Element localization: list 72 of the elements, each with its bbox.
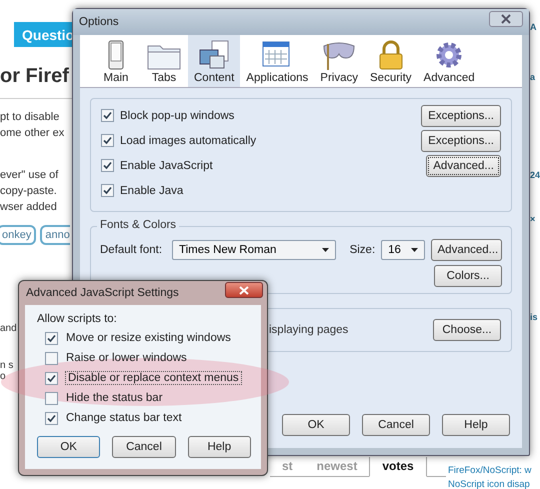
close-icon xyxy=(500,14,512,24)
checkbox[interactable] xyxy=(45,352,58,364)
page-text: × xyxy=(530,214,536,224)
related-link[interactable]: FireFox/NoScript: w xyxy=(448,464,532,478)
pane-tab[interactable]: Tabs xyxy=(140,35,188,87)
checkbox[interactable] xyxy=(101,109,114,122)
group-label: Fonts & Colors xyxy=(97,219,180,231)
checkbox-label[interactable]: Hide the status bar xyxy=(66,392,163,404)
question-text-line: ever" use of xyxy=(0,168,58,183)
dialog-button[interactable]: OK xyxy=(37,436,100,458)
checkbox-label[interactable]: Enable Java xyxy=(120,184,184,196)
tag-chip[interactable]: onkey xyxy=(0,225,36,245)
checkbox[interactable] xyxy=(101,184,114,197)
dialog-button[interactable]: Cancel xyxy=(112,436,176,458)
close-icon xyxy=(239,286,249,294)
page-text: A xyxy=(530,22,538,32)
pane-tab[interactable]: Main xyxy=(92,35,140,87)
related-link[interactable]: NoScript icon disap xyxy=(448,478,532,489)
dialog-button[interactable]: Help xyxy=(442,414,510,436)
dialog-button[interactable]: Advanced... xyxy=(430,239,502,261)
page-text: is xyxy=(530,312,539,322)
caret-icon xyxy=(322,248,329,252)
checkbox[interactable] xyxy=(45,392,58,404)
page-title: or Firef xyxy=(0,65,69,88)
mask-icon xyxy=(321,40,358,70)
page-text: 24 xyxy=(530,170,540,180)
tag-chip[interactable]: anno xyxy=(40,225,70,245)
field-label: Default font: xyxy=(100,244,162,256)
group-text: isplaying pages xyxy=(269,324,348,336)
question-text-line: wser added xyxy=(0,200,57,215)
checkbox-label[interactable]: Change status bar text xyxy=(66,412,182,424)
dialog-button[interactable]: Choose... xyxy=(433,319,501,341)
dialog-button[interactable]: Exceptions... xyxy=(421,104,501,126)
dialog-button[interactable]: Colors... xyxy=(434,265,502,287)
page-text: o xyxy=(0,371,6,382)
page-text: n s xyxy=(0,360,14,371)
field-label: Size: xyxy=(350,244,376,256)
dialog-heading: Allow scripts to: xyxy=(37,313,118,325)
size-dropdown[interactable]: 16 xyxy=(381,240,424,260)
question-text-line: ome other ex xyxy=(0,126,64,141)
dialog-button[interactable]: Exceptions... xyxy=(421,130,501,152)
dialog-button[interactable]: OK xyxy=(282,414,350,436)
page-text: a xyxy=(530,72,536,82)
pane-tab[interactable]: Advanced xyxy=(418,35,481,87)
dialog-button[interactable]: Help xyxy=(188,436,251,458)
caret-icon xyxy=(410,248,418,252)
dialog-button[interactable]: Advanced... xyxy=(426,154,501,176)
sort-tab[interactable]: votes xyxy=(369,457,427,477)
checkbox[interactable] xyxy=(101,159,114,172)
checkbox-label[interactable]: Load images automatically xyxy=(120,134,256,146)
window-title: Options xyxy=(79,16,119,28)
checkbox-label[interactable]: Raise or lower windows xyxy=(66,352,187,364)
checkbox-label[interactable]: Move or resize existing windows xyxy=(66,332,231,344)
checkbox[interactable] xyxy=(101,134,114,147)
pane-tab[interactable]: Security xyxy=(364,35,418,87)
question-text-line: pt to disable xyxy=(0,110,60,125)
page-text: and xyxy=(0,323,17,334)
checkbox-label[interactable]: Enable JavaScript xyxy=(120,160,213,172)
checkbox[interactable] xyxy=(45,412,58,424)
pane-tab[interactable]: Content xyxy=(188,35,240,87)
checkbox-label[interactable]: Block pop-up windows xyxy=(120,110,234,122)
close-button[interactable] xyxy=(489,11,523,27)
pane-tab[interactable]: Applications xyxy=(240,35,314,87)
checkbox[interactable] xyxy=(45,372,58,384)
checkbox[interactable] xyxy=(45,332,58,344)
window-title: Advanced JavaScript Settings xyxy=(26,287,179,299)
dialog-button[interactable]: Cancel xyxy=(362,414,430,436)
font-dropdown[interactable]: Times New Roman xyxy=(172,240,336,260)
question-text-line: copy-paste. xyxy=(0,184,57,199)
close-button[interactable] xyxy=(225,282,263,298)
checkbox-label[interactable]: Disable or replace context menus xyxy=(66,372,241,384)
pane-tab[interactable]: Privacy xyxy=(314,35,364,87)
